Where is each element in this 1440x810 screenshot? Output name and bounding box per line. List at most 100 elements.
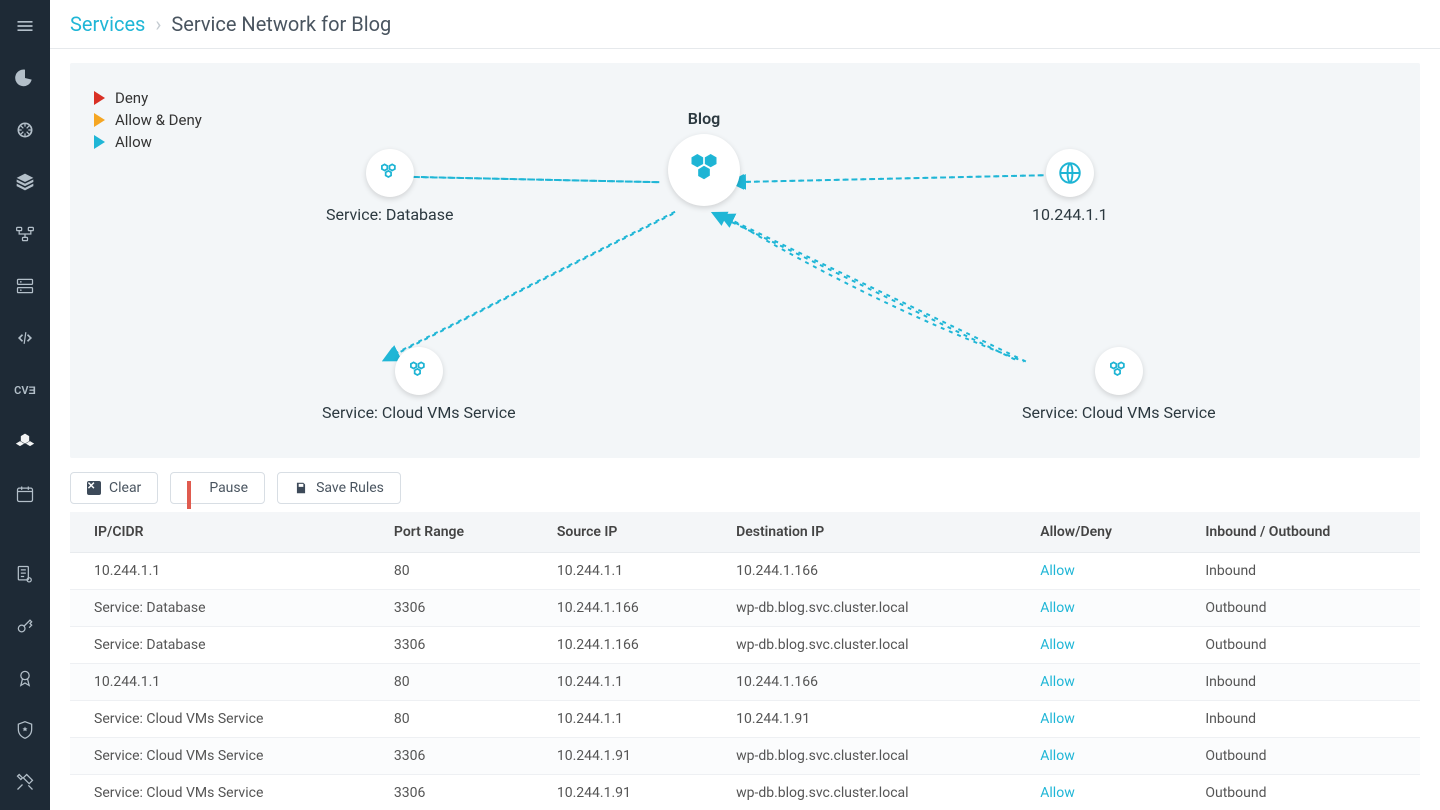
sidebar: CVƎ xyxy=(0,0,50,810)
chart-pie-icon[interactable] xyxy=(0,52,50,104)
report-icon[interactable] xyxy=(0,548,50,600)
cell: wp-db.blog.svc.cluster.local xyxy=(712,738,1016,775)
allow-deny-link[interactable]: Allow xyxy=(1040,637,1074,653)
cell: Allow xyxy=(1016,701,1181,738)
table-row: Service: Database330610.244.1.166wp-db.b… xyxy=(70,627,1420,664)
hex-icon xyxy=(1095,347,1143,395)
cell: 10.244.1.91 xyxy=(533,775,712,810)
clear-icon: ✕ xyxy=(87,481,101,495)
cell: Outbound xyxy=(1181,627,1420,664)
node-blog[interactable]: Blog xyxy=(668,109,740,206)
globe-icon xyxy=(1046,149,1094,197)
hex-icon xyxy=(395,347,443,395)
cell: Service: Cloud VMs Service xyxy=(70,738,370,775)
cell: Allow xyxy=(1016,553,1181,590)
cell: Outbound xyxy=(1181,590,1420,627)
save-rules-button[interactable]: Save Rules xyxy=(277,472,401,504)
cell: wp-db.blog.svc.cluster.local xyxy=(712,775,1016,810)
col-header[interactable]: Allow/Deny xyxy=(1016,512,1181,553)
server-icon[interactable] xyxy=(0,260,50,312)
cell: Inbound xyxy=(1181,664,1420,701)
main-content: Services › Service Network for Blog Deny… xyxy=(50,0,1440,810)
cell: 10.244.1.1 xyxy=(533,664,712,701)
hex-cluster-icon xyxy=(668,134,740,206)
hex-icon xyxy=(366,149,414,197)
allow-deny-link[interactable]: Allow xyxy=(1040,563,1074,579)
col-header[interactable]: IP/CIDR xyxy=(70,512,370,553)
node-cloudvms-left-label: Service: Cloud VMs Service xyxy=(322,403,516,422)
table-row: Service: Database330610.244.1.166wp-db.b… xyxy=(70,590,1420,627)
node-ip-label: 10.244.1.1 xyxy=(1032,205,1108,224)
cell: 10.244.1.1 xyxy=(70,664,370,701)
cell: 3306 xyxy=(370,627,533,664)
node-database[interactable]: Service: Database xyxy=(326,149,453,224)
cell: Allow xyxy=(1016,590,1181,627)
cell: 80 xyxy=(370,664,533,701)
cell: Inbound xyxy=(1181,701,1420,738)
allow-deny-link[interactable]: Allow xyxy=(1040,674,1074,690)
cell: 10.244.1.166 xyxy=(533,627,712,664)
cell: 10.244.1.91 xyxy=(533,738,712,775)
graph-edges xyxy=(70,63,1420,458)
cell: 3306 xyxy=(370,590,533,627)
cell: 80 xyxy=(370,701,533,738)
cell: Outbound xyxy=(1181,775,1420,810)
table-row: 10.244.1.18010.244.1.110.244.1.166AllowI… xyxy=(70,664,1420,701)
allow-deny-link[interactable]: Allow xyxy=(1040,748,1074,764)
cell: 10.244.1.1 xyxy=(533,701,712,738)
layers-icon[interactable] xyxy=(0,156,50,208)
key-icon[interactable] xyxy=(0,600,50,652)
pause-button[interactable]: Pause xyxy=(170,472,265,504)
code-icon[interactable] xyxy=(0,312,50,364)
node-database-label: Service: Database xyxy=(326,205,453,224)
allow-deny-link[interactable]: Allow xyxy=(1040,600,1074,616)
cell: Allow xyxy=(1016,664,1181,701)
allow-deny-link[interactable]: Allow xyxy=(1040,711,1074,727)
pause-icon xyxy=(187,481,201,495)
network-icon[interactable] xyxy=(0,208,50,260)
cell: wp-db.blog.svc.cluster.local xyxy=(712,627,1016,664)
breadcrumb: Services › Service Network for Blog xyxy=(50,0,1440,49)
cell: 10.244.1.166 xyxy=(533,590,712,627)
cell: 3306 xyxy=(370,738,533,775)
clear-button[interactable]: ✕ Clear xyxy=(70,472,158,504)
wheel-icon[interactable] xyxy=(0,104,50,156)
cve-icon[interactable]: CVƎ xyxy=(0,364,50,416)
breadcrumb-current: Service Network for Blog xyxy=(171,12,391,36)
node-ip[interactable]: 10.244.1.1 xyxy=(1032,149,1108,224)
col-header[interactable]: Destination IP xyxy=(712,512,1016,553)
table-row: Service: Cloud VMs Service8010.244.1.110… xyxy=(70,701,1420,738)
cell: Service: Cloud VMs Service xyxy=(70,775,370,810)
calendar-icon[interactable] xyxy=(0,468,50,520)
cell: 10.244.1.166 xyxy=(712,553,1016,590)
col-header[interactable]: Source IP xyxy=(533,512,712,553)
hex-icon[interactable] xyxy=(0,416,50,468)
chevron-right-icon: › xyxy=(155,12,161,36)
network-graph-panel: Deny Allow & Deny Allow xyxy=(70,63,1420,458)
breadcrumb-root[interactable]: Services xyxy=(70,12,145,36)
cell: Inbound xyxy=(1181,553,1420,590)
clear-label: Clear xyxy=(109,480,141,496)
cell: 10.244.1.166 xyxy=(712,664,1016,701)
cell: 80 xyxy=(370,553,533,590)
col-header[interactable]: Port Range xyxy=(370,512,533,553)
node-cloudvms-right[interactable]: Service: Cloud VMs Service xyxy=(1022,347,1216,422)
rules-toolbar: ✕ Clear Pause Save Rules xyxy=(70,472,1420,504)
node-cloudvms-left[interactable]: Service: Cloud VMs Service xyxy=(322,347,516,422)
cell: Service: Database xyxy=(70,627,370,664)
save-icon xyxy=(294,481,308,495)
cell: Allow xyxy=(1016,738,1181,775)
tools-icon[interactable] xyxy=(0,756,50,808)
cell: Allow xyxy=(1016,775,1181,810)
col-header[interactable]: Inbound / Outbound xyxy=(1181,512,1420,553)
cell: wp-db.blog.svc.cluster.local xyxy=(712,590,1016,627)
save-label: Save Rules xyxy=(316,480,384,496)
table-row: Service: Cloud VMs Service330610.244.1.9… xyxy=(70,775,1420,810)
table-row: 10.244.1.18010.244.1.110.244.1.166AllowI… xyxy=(70,553,1420,590)
allow-deny-link[interactable]: Allow xyxy=(1040,785,1074,801)
hamburger-icon[interactable] xyxy=(0,0,50,52)
cell: Outbound xyxy=(1181,738,1420,775)
badge-icon[interactable] xyxy=(0,652,50,704)
cell: 10.244.1.1 xyxy=(533,553,712,590)
shield-icon[interactable] xyxy=(0,704,50,756)
